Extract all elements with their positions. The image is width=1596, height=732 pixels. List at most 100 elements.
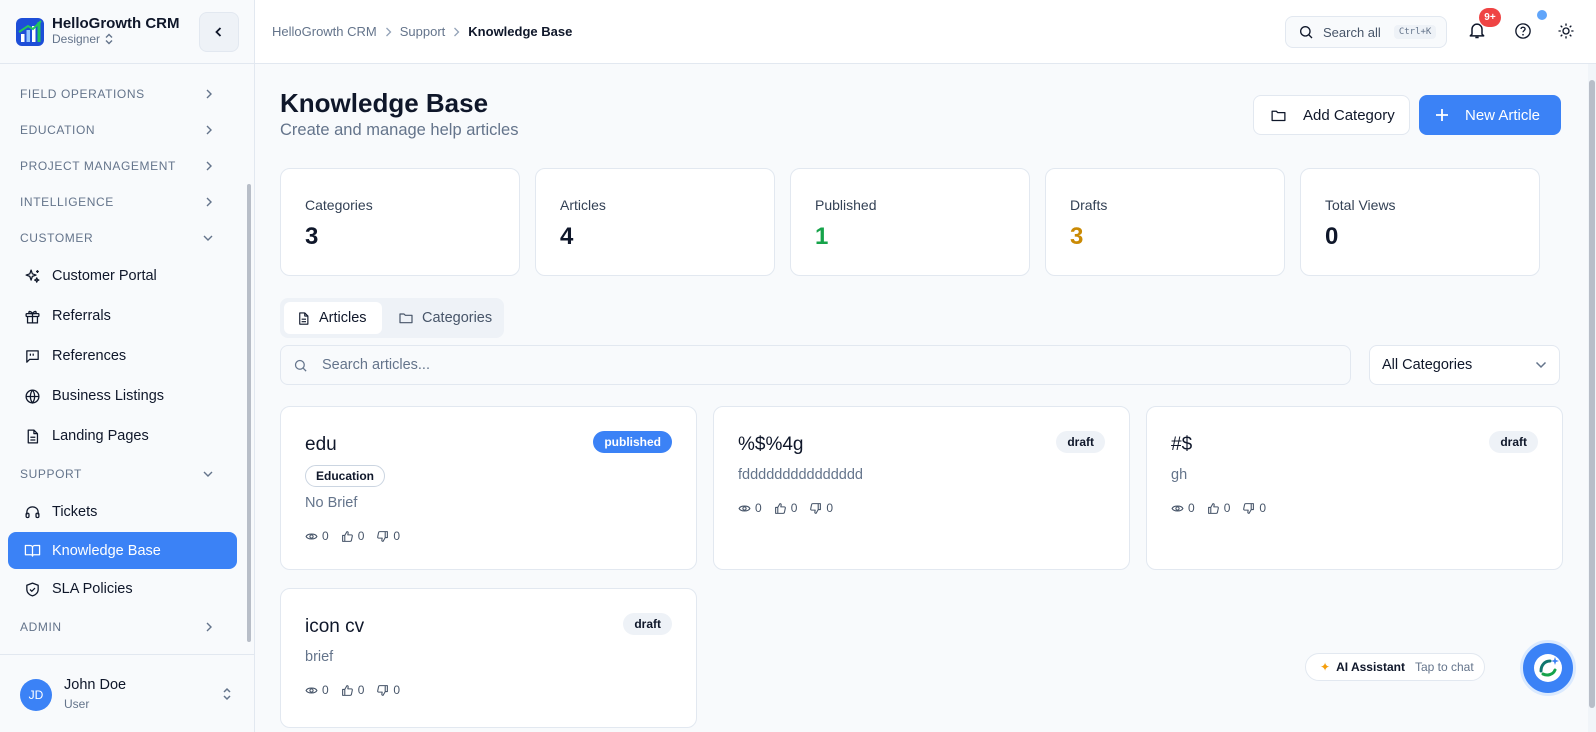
sparkle-icon: ✦ xyxy=(1320,660,1331,674)
nav-section-education[interactable]: EDUCATION xyxy=(0,112,245,148)
article-brief: gh xyxy=(1171,467,1188,483)
chevrons-up-down-icon xyxy=(223,687,231,701)
gift-icon xyxy=(25,310,40,324)
ai-assistant-button[interactable] xyxy=(1520,640,1576,696)
sidebar-item-business-listings[interactable]: Business Listings xyxy=(8,376,237,416)
stat-label: Total Views xyxy=(1325,197,1396,213)
help-circle-icon[interactable] xyxy=(1514,22,1532,40)
sidebar-item-references[interactable]: References xyxy=(8,336,237,376)
collapse-sidebar-button[interactable] xyxy=(199,12,239,52)
breadcrumb-item-support[interactable]: Support xyxy=(400,24,446,39)
search-icon xyxy=(1300,26,1313,39)
thumbs-up-icon xyxy=(341,684,353,696)
nav-section-intelligence[interactable]: INTELLIGENCE xyxy=(0,184,245,220)
nav-section-admin[interactable]: ADMIN xyxy=(0,609,245,645)
ai-assistant-label: AI Assistant xyxy=(1336,660,1405,674)
article-title[interactable]: %$%4g xyxy=(738,434,804,456)
user-name: John Doe xyxy=(64,677,127,693)
sidebar-item-customer-portal[interactable]: Customer Portal xyxy=(8,256,237,296)
article-stats: 0 0 0 xyxy=(305,683,400,697)
global-search-button[interactable]: Search all Ctrl+K xyxy=(1285,16,1447,48)
dislikes-count: 0 xyxy=(393,529,401,543)
stat-value: 4 xyxy=(560,223,574,250)
view-tabs: Articles Categories xyxy=(280,298,504,338)
article-card-edu[interactable]: edu published Education No Brief 0 0 0 xyxy=(280,406,697,570)
article-card-2[interactable]: %$%4g draft fddddddddddddddd 0 0 0 xyxy=(713,406,1130,570)
chevron-right-icon xyxy=(206,161,212,171)
ai-assistant-pill[interactable]: ✦ AI Assistant Tap to chat xyxy=(1305,653,1485,681)
article-stats: 0 0 0 xyxy=(1171,501,1266,515)
chevron-right-icon xyxy=(206,197,212,207)
role-label: Designer xyxy=(52,32,101,46)
eye-icon xyxy=(738,505,751,511)
breadcrumb: HelloGrowth CRM Support Knowledge Base xyxy=(272,24,572,39)
sidebar: HelloGrowth CRM Designer FIELD OPERATION… xyxy=(0,0,255,732)
nav-section-customer[interactable]: CUSTOMER xyxy=(0,220,245,256)
stat-value: 1 xyxy=(815,223,829,250)
stat-label: Drafts xyxy=(1070,197,1108,213)
main-scrollbar[interactable] xyxy=(1588,64,1596,732)
breadcrumb-item-home[interactable]: HelloGrowth CRM xyxy=(272,24,377,39)
article-stats: 0 0 0 xyxy=(305,529,400,543)
article-stats: 0 0 0 xyxy=(738,501,833,515)
views-count: 0 xyxy=(1188,501,1195,515)
add-category-button[interactable]: Add Category xyxy=(1253,95,1410,135)
headset-icon xyxy=(25,505,40,518)
nav-section-label: FIELD OPERATIONS xyxy=(20,87,145,101)
main-scrollbar-thumb[interactable] xyxy=(1589,80,1595,708)
nav-section-support[interactable]: SUPPORT xyxy=(0,456,245,492)
thumbs-down-icon xyxy=(1243,502,1255,514)
thumbs-up-icon xyxy=(341,530,353,542)
nav-section-label: PROJECT MANAGEMENT xyxy=(20,159,176,173)
stat-card-drafts: Drafts 3 xyxy=(1045,168,1285,276)
sidebar-scrollbar[interactable] xyxy=(246,62,252,652)
nav-section-project-management[interactable]: PROJECT MANAGEMENT xyxy=(0,148,245,184)
article-card-3[interactable]: #$ draft gh 0 0 0 xyxy=(1146,406,1563,570)
sparkles-icon xyxy=(25,268,40,283)
article-title[interactable]: icon cv xyxy=(305,616,364,638)
avatar: JD xyxy=(20,679,52,711)
status-badge: draft xyxy=(1056,431,1105,453)
thumbs-up-icon xyxy=(774,502,786,514)
article-search[interactable]: Search articles... xyxy=(280,345,1351,385)
article-search-input[interactable]: Search articles... xyxy=(322,357,430,373)
status-badge: published xyxy=(593,431,672,453)
views-count: 0 xyxy=(755,501,762,515)
chevron-right-icon xyxy=(206,622,212,632)
sidebar-item-landing-pages[interactable]: Landing Pages xyxy=(8,416,237,456)
article-brief: No Brief xyxy=(305,495,358,511)
category-filter-select[interactable]: All Categories xyxy=(1369,345,1560,385)
article-brief: fddddddddddddddd xyxy=(738,467,863,483)
sidebar-item-referrals[interactable]: Referrals xyxy=(8,296,237,336)
notification-badge: 9+ xyxy=(1479,8,1501,27)
sidebar-item-sla-policies[interactable]: SLA Policies xyxy=(8,569,237,609)
sidebar-item-tickets[interactable]: Tickets xyxy=(8,492,237,532)
search-icon xyxy=(294,359,307,372)
tab-articles[interactable]: Articles xyxy=(284,302,382,334)
article-card-icon-cv[interactable]: icon cv draft brief 0 0 0 xyxy=(280,588,697,728)
role-switcher[interactable]: Designer xyxy=(52,32,114,46)
new-article-button[interactable]: New Article xyxy=(1419,95,1561,135)
chevron-right-icon xyxy=(206,125,212,135)
sidebar-item-label: Knowledge Base xyxy=(52,542,161,559)
sidebar-item-knowledge-base[interactable]: Knowledge Base xyxy=(8,532,237,569)
likes-count: 0 xyxy=(357,529,365,543)
file-text-icon xyxy=(299,311,309,325)
stat-label: Published xyxy=(815,197,877,213)
article-title[interactable]: #$ xyxy=(1171,434,1192,456)
stat-card-categories: Categories 3 xyxy=(280,168,520,276)
sidebar-scrollbar-thumb[interactable] xyxy=(247,184,251,642)
stat-card-articles: Articles 4 xyxy=(535,168,775,276)
sun-icon[interactable] xyxy=(1557,22,1575,40)
status-badge: draft xyxy=(1489,431,1538,453)
nav-section-label: ADMIN xyxy=(20,620,62,634)
chevron-down-icon xyxy=(1535,361,1547,369)
article-title[interactable]: edu xyxy=(305,434,337,456)
dislikes-count: 0 xyxy=(1259,501,1267,515)
nav-section-label: CUSTOMER xyxy=(20,231,94,245)
tab-categories[interactable]: Categories xyxy=(386,302,498,334)
stat-value: 3 xyxy=(305,223,319,250)
nav-section-field-operations[interactable]: FIELD OPERATIONS xyxy=(0,76,245,112)
dislikes-count: 0 xyxy=(826,501,834,515)
user-menu[interactable]: JD John Doe User xyxy=(0,654,255,732)
